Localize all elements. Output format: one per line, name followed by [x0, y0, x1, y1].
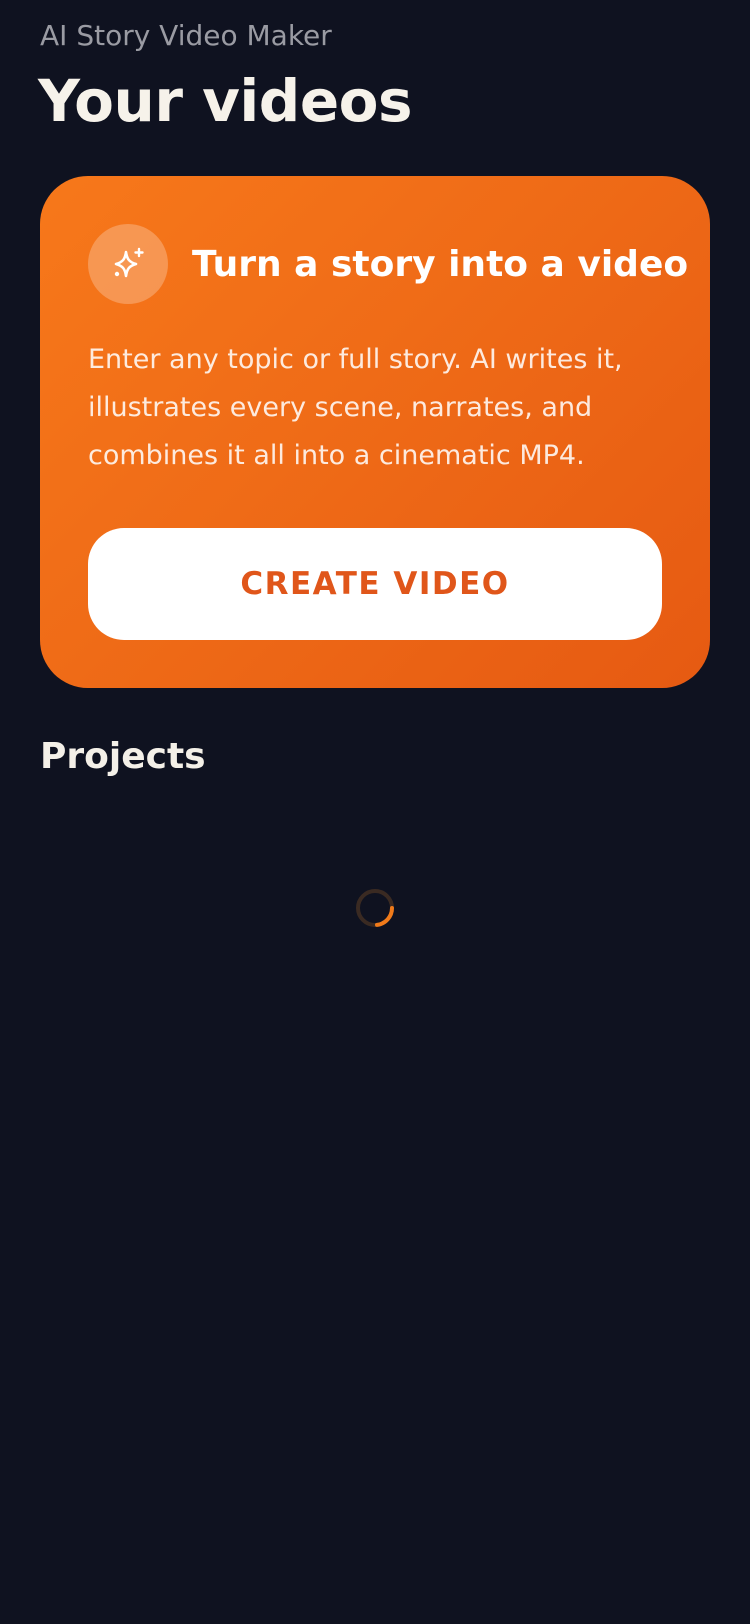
- projects-heading: Projects: [40, 736, 206, 777]
- create-video-card: Turn a story into a video Enter any topi…: [40, 176, 710, 688]
- card-description: Enter any topic or full story. AI writes…: [88, 344, 623, 471]
- spinner-icon: [355, 888, 395, 928]
- app-subtitle: AI Story Video Maker: [40, 19, 332, 52]
- page-title: Your videos: [38, 67, 413, 135]
- card-title: Turn a story into a video: [192, 244, 689, 285]
- create-video-button[interactable]: CREATE VIDEO: [88, 528, 662, 640]
- sparkles-icon: [88, 224, 168, 304]
